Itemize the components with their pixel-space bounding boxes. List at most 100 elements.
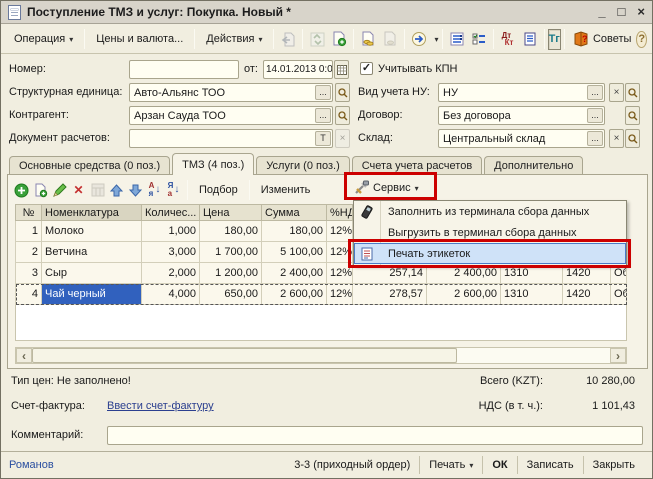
ok-button[interactable]: ОК <box>482 456 516 474</box>
choose-button[interactable]: ... <box>315 85 331 100</box>
operation-menu-button[interactable]: Операция ▾ <box>6 28 81 50</box>
cell[interactable]: Молоко <box>42 221 142 242</box>
menu-item-fill-from-terminal[interactable]: Заполнить из терминала сбора данных <box>354 201 626 222</box>
cell[interactable]: 12% <box>327 284 353 305</box>
responsible-user-link[interactable]: Романов <box>9 459 54 471</box>
save-button[interactable]: Записать <box>517 456 583 474</box>
settlement-doc-input[interactable]: T <box>129 129 333 148</box>
dtkt-postings-icon[interactable]: ДтКт <box>498 29 518 49</box>
add-row-button[interactable] <box>13 181 30 199</box>
delete-row-button[interactable]: ✕ <box>70 181 87 199</box>
cell[interactable]: 1420 <box>563 284 611 305</box>
go-to-icon[interactable] <box>409 29 429 49</box>
cell[interactable]: Сыр <box>42 263 142 284</box>
help-button[interactable]: ? <box>636 31 647 48</box>
menu-item-print-labels[interactable]: Печать этикеток <box>354 243 626 264</box>
cell[interactable]: 4 <box>16 284 42 305</box>
col-header-nomenclature[interactable]: Номенклатура <box>42 205 142 221</box>
checklist-icon[interactable] <box>469 29 489 49</box>
counterparty-input[interactable]: Арзан Сауда ТОО ... <box>129 106 333 125</box>
copy-row-button[interactable] <box>32 181 49 199</box>
clear-button[interactable]: × <box>609 83 624 102</box>
col-header-quantity[interactable]: Количес... <box>142 205 200 221</box>
open-button[interactable] <box>625 83 640 102</box>
cell[interactable]: 12% <box>327 221 353 242</box>
cell[interactable]: Ветчина <box>42 242 142 263</box>
cell[interactable]: 1 200,00 <box>200 263 262 284</box>
choose-button[interactable]: ... <box>587 108 603 123</box>
table-row-selected[interactable]: 4 Чай черный 4,000 650,00 2 600,00 12% 2… <box>16 284 627 305</box>
tips-button[interactable]: ? Советы <box>568 28 636 50</box>
tab-services[interactable]: Услуги (0 поз.) <box>256 156 349 175</box>
calendar-button[interactable] <box>334 60 349 79</box>
cell[interactable]: 3,000 <box>142 242 200 263</box>
cell[interactable]: 5 100,00 <box>262 242 327 263</box>
horizontal-scrollbar[interactable]: ‹ › <box>15 347 627 364</box>
cell[interactable]: 4,000 <box>142 284 200 305</box>
print-button[interactable]: Печать ▾ <box>419 456 482 474</box>
cell[interactable]: 1 <box>16 221 42 242</box>
tab-tmz[interactable]: ТМЗ (4 поз.) <box>172 153 254 175</box>
nu-input[interactable]: НУ ... <box>438 83 605 102</box>
col-header-sum[interactable]: Сумма <box>262 205 327 221</box>
open-button[interactable] <box>335 83 350 102</box>
sort-ascending-button[interactable]: Ая↓ <box>146 181 163 199</box>
tab-fixed-assets[interactable]: Основные средства (0 поз.) <box>9 156 170 175</box>
minimize-button[interactable]: _ <box>598 5 605 19</box>
cell[interactable]: 2 <box>16 242 42 263</box>
choose-button[interactable]: ... <box>587 131 603 146</box>
tenge-accounting-toggle[interactable]: Тг <box>548 29 561 50</box>
cell[interactable]: 12% <box>327 242 353 263</box>
scrollbar-thumb[interactable] <box>32 348 457 363</box>
cell[interactable]: 650,00 <box>200 284 262 305</box>
scroll-left-icon[interactable]: ‹ <box>16 348 32 363</box>
text-edit-button[interactable]: T <box>315 131 331 146</box>
menu-item-unload-to-terminal[interactable]: Выгрузить в терминал сбора данных <box>354 222 626 243</box>
number-input[interactable] <box>129 60 239 79</box>
move-up-button[interactable] <box>108 181 125 199</box>
kpn-checkbox[interactable] <box>360 62 373 75</box>
enter-invoice-link[interactable]: Ввести счет-фактуру <box>107 400 214 412</box>
close-button[interactable]: × <box>637 5 645 19</box>
change-button[interactable]: Изменить <box>253 180 319 200</box>
actions-menu-button[interactable]: Действия ▾ <box>198 28 270 50</box>
chevron-down-icon[interactable]: ▾ <box>434 35 438 44</box>
choose-button[interactable]: ... <box>315 108 331 123</box>
col-header-vat-rate[interactable]: %НД <box>327 205 353 221</box>
edit-row-button[interactable] <box>51 181 68 199</box>
pick-button[interactable]: Подбор <box>191 180 246 200</box>
tab-settlement-accounts[interactable]: Счета учета расчетов <box>352 156 482 175</box>
cell[interactable]: 2,000 <box>142 263 200 284</box>
open-button[interactable] <box>335 106 350 125</box>
col-header-price[interactable]: Цена <box>200 205 262 221</box>
scroll-right-icon[interactable]: › <box>610 348 626 363</box>
prices-currency-button[interactable]: Цены и валюта... <box>88 28 191 50</box>
open-button[interactable] <box>625 129 640 148</box>
cell[interactable]: 1 700,00 <box>200 242 262 263</box>
clear-button[interactable]: × <box>609 129 624 148</box>
cell[interactable]: 1310 <box>501 284 563 305</box>
cell-selected[interactable]: Чай черный <box>42 284 142 305</box>
structural-unit-input[interactable]: Авто-Альянс ТОО ... <box>129 83 333 102</box>
choose-button[interactable]: ... <box>587 85 603 100</box>
list-settings-icon[interactable] <box>447 29 467 49</box>
comment-input[interactable] <box>107 426 643 445</box>
post-document-icon[interactable] <box>358 29 378 49</box>
cell[interactable]: 12% <box>327 263 353 284</box>
service-menu-button[interactable]: Сервис ▾ <box>349 177 424 199</box>
maximize-button[interactable]: □ <box>618 5 626 19</box>
document-report-icon[interactable] <box>520 29 540 49</box>
sort-descending-button[interactable]: Яа↓ <box>165 181 182 199</box>
cell[interactable]: 3 <box>16 263 42 284</box>
tab-additional[interactable]: Дополнительно <box>484 156 583 175</box>
cell[interactable]: 278,57 <box>353 284 427 305</box>
copy-document-icon[interactable] <box>329 29 349 49</box>
col-header-num[interactable]: № <box>16 205 42 221</box>
cell[interactable]: 1,000 <box>142 221 200 242</box>
contract-input[interactable]: Без договора ... <box>438 106 605 125</box>
scrollbar-track[interactable] <box>457 348 610 363</box>
move-down-button[interactable] <box>127 181 144 199</box>
cell[interactable]: Обл <box>611 284 627 305</box>
cell[interactable]: 2 600,00 <box>262 284 327 305</box>
cell[interactable]: 180,00 <box>200 221 262 242</box>
